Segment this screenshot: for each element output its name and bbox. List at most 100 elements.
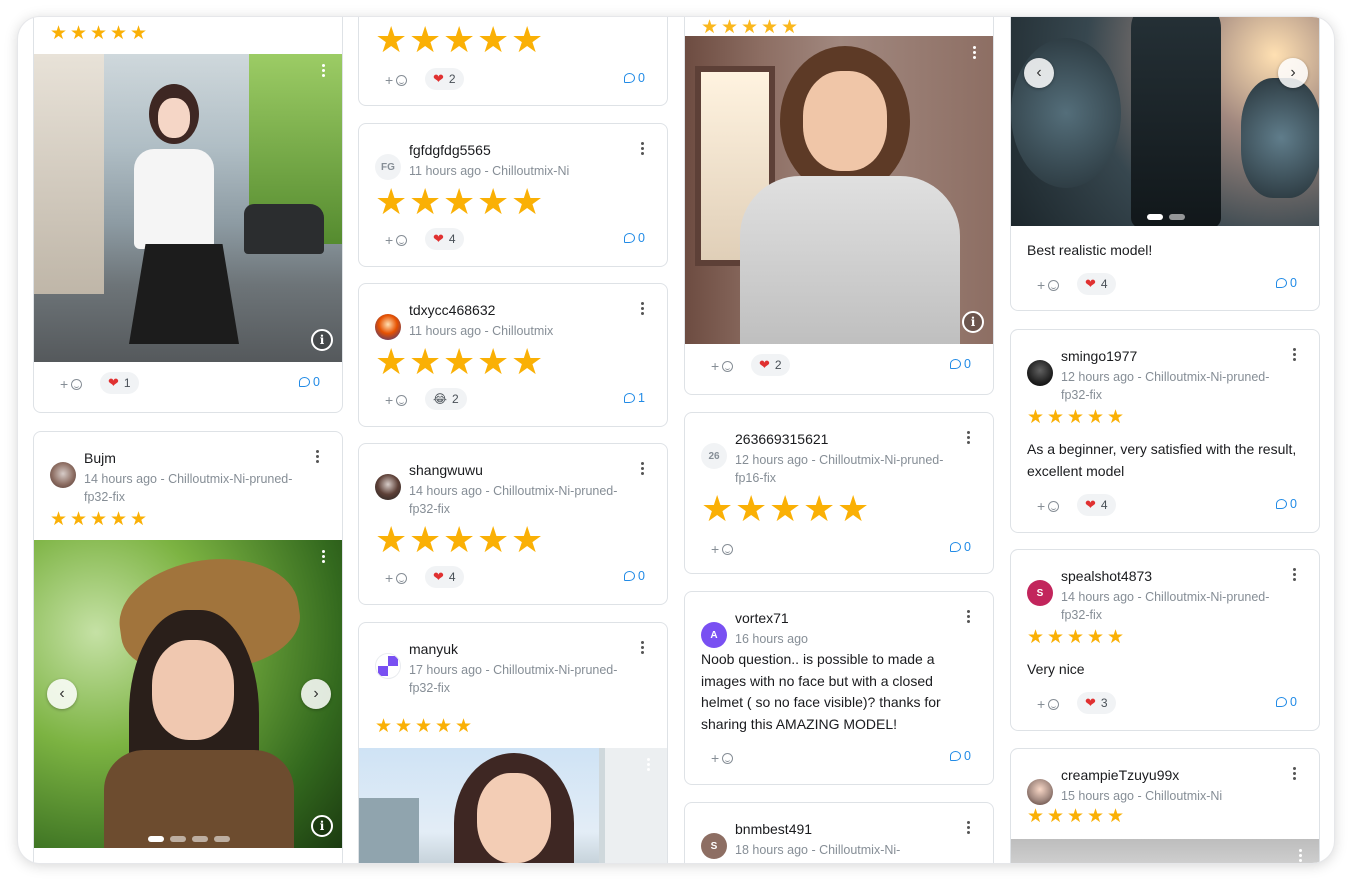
add-reaction-button[interactable]: + <box>711 541 734 557</box>
reaction-count: 2 <box>452 392 459 406</box>
review-meta: 14 hours ago - Chilloutmix-Ni-pruned-fp3… <box>1061 590 1270 622</box>
avatar[interactable] <box>375 314 401 340</box>
add-reaction-button[interactable]: + <box>1037 696 1060 712</box>
reaction-pill[interactable]: ❤ 2 <box>425 68 464 90</box>
card-menu-icon[interactable] <box>314 450 320 464</box>
avatar[interactable] <box>50 462 76 488</box>
review-meta: 14 hours ago - Chilloutmix-Ni-pruned-fp3… <box>84 472 293 504</box>
avatar[interactable]: S <box>701 833 727 859</box>
card-menu-icon[interactable] <box>1291 767 1297 781</box>
carousel-dot[interactable] <box>214 836 230 842</box>
username[interactable]: smingo1977 <box>1061 348 1137 364</box>
avatar[interactable]: A <box>701 622 727 648</box>
add-reaction-button[interactable]: + <box>385 392 408 408</box>
comments-button[interactable]: 0 <box>950 357 971 371</box>
username[interactable]: tdxycc468632 <box>409 302 495 318</box>
comments-button[interactable]: 0 <box>624 231 645 245</box>
rating-stars: ★ ★ ★ ★ ★ <box>375 184 545 220</box>
reaction-pill[interactable]: ❤ 2 <box>751 354 790 376</box>
username[interactable]: manyuk <box>409 641 458 657</box>
avatar[interactable] <box>1027 779 1053 805</box>
avatar[interactable] <box>375 474 401 500</box>
review-meta: 12 hours ago - Chilloutmix-Ni-pruned-fp1… <box>735 453 944 485</box>
username[interactable]: spealshot4873 <box>1061 568 1152 584</box>
avatar[interactable]: S <box>1027 580 1053 606</box>
card-menu-icon[interactable] <box>639 142 645 156</box>
carousel-prev-button[interactable]: ‹ <box>47 679 77 709</box>
comments-button[interactable]: 0 <box>950 540 971 554</box>
reaction-pill[interactable]: ❤ 4 <box>425 566 464 588</box>
add-reaction-button[interactable]: + <box>1037 277 1060 293</box>
review-image[interactable] <box>359 748 667 863</box>
card-menu-icon[interactable] <box>1291 568 1297 582</box>
username[interactable]: shangwuwu <box>409 462 483 478</box>
reaction-pill[interactable]: ❤ 4 <box>1077 273 1116 295</box>
card-menu-icon[interactable] <box>1291 348 1297 362</box>
add-reaction-button[interactable]: + <box>711 358 734 374</box>
review-image[interactable]: ‹ › <box>1011 17 1319 226</box>
plus-icon: + <box>1037 277 1046 293</box>
add-reaction-button[interactable]: + <box>711 750 734 766</box>
reaction-pill[interactable]: ❤ 4 <box>1077 494 1116 516</box>
review-card: 26 263669315621 12 hours ago - Chilloutm… <box>684 412 994 574</box>
comments-button[interactable]: 0 <box>1276 276 1297 290</box>
avatar[interactable]: FG <box>375 154 401 180</box>
comments-button[interactable]: 0 <box>950 749 971 763</box>
review-image[interactable]: ‹ › i <box>34 540 342 848</box>
card-menu-icon[interactable] <box>639 462 645 476</box>
comments-button[interactable]: 0 <box>1276 695 1297 709</box>
username[interactable]: 263669315621 <box>735 431 828 447</box>
comments-button[interactable]: 0 <box>624 569 645 583</box>
review-image[interactable] <box>1011 839 1319 863</box>
add-reaction-button[interactable]: + <box>1037 498 1060 514</box>
carousel-dots <box>1011 214 1319 220</box>
carousel-prev-button[interactable]: ‹ <box>1024 58 1054 88</box>
comments-button[interactable]: 1 <box>624 391 645 405</box>
avatar[interactable] <box>1027 360 1053 386</box>
carousel-dot[interactable] <box>192 836 208 842</box>
card-menu-icon[interactable] <box>965 431 971 445</box>
card-menu-icon[interactable] <box>965 821 971 835</box>
image-menu-icon[interactable] <box>1297 849 1303 863</box>
comments-button[interactable]: 0 <box>1276 497 1297 511</box>
info-icon[interactable]: i <box>311 329 333 351</box>
carousel-next-button[interactable]: › <box>301 679 331 709</box>
avatar[interactable]: 26 <box>701 443 727 469</box>
face-shape <box>152 640 234 740</box>
username[interactable]: vortex71 <box>735 610 789 626</box>
carousel-dot[interactable] <box>1169 214 1185 220</box>
review-image[interactable]: i <box>685 36 993 344</box>
image-menu-icon[interactable] <box>971 46 977 60</box>
image-menu-icon[interactable] <box>320 64 326 78</box>
star-icon: ★ <box>735 488 768 529</box>
username[interactable]: fgfdgfdg5565 <box>409 142 491 158</box>
card-menu-icon[interactable] <box>965 610 971 624</box>
carousel-next-button[interactable]: › <box>1278 58 1308 88</box>
username[interactable]: bnmbest491 <box>735 821 812 837</box>
username[interactable]: creampieTzuyu99x <box>1061 767 1179 783</box>
comments-button[interactable]: 0 <box>624 71 645 85</box>
carousel-dot[interactable] <box>1147 214 1163 220</box>
add-reaction-button[interactable]: + <box>60 376 83 392</box>
comments-button[interactable]: 0 <box>299 375 320 389</box>
info-icon[interactable]: i <box>962 311 984 333</box>
review-image[interactable]: i <box>34 54 342 362</box>
image-menu-icon[interactable] <box>320 550 326 564</box>
image-menu-icon[interactable] <box>645 758 651 772</box>
add-reaction-button[interactable]: + <box>385 72 408 88</box>
reaction-pill[interactable]: ❤ 3 <box>1077 692 1116 714</box>
reaction-pill[interactable]: 😂 2 <box>425 388 467 410</box>
card-menu-icon[interactable] <box>639 302 645 316</box>
card-menu-icon[interactable] <box>639 641 645 655</box>
carousel-dot[interactable] <box>148 836 164 842</box>
add-reaction-button[interactable]: + <box>385 232 408 248</box>
username[interactable]: Bujm <box>84 450 116 466</box>
star-icon: ★ <box>1027 627 1045 648</box>
reaction-pill[interactable]: ❤ 1 <box>100 372 139 394</box>
avatar[interactable] <box>375 653 401 679</box>
reaction-pill[interactable]: ❤ 4 <box>425 228 464 250</box>
add-reaction-button[interactable]: + <box>385 570 408 586</box>
carousel-dot[interactable] <box>170 836 186 842</box>
info-icon[interactable]: i <box>311 815 333 837</box>
reaction-count: 4 <box>1100 277 1108 291</box>
